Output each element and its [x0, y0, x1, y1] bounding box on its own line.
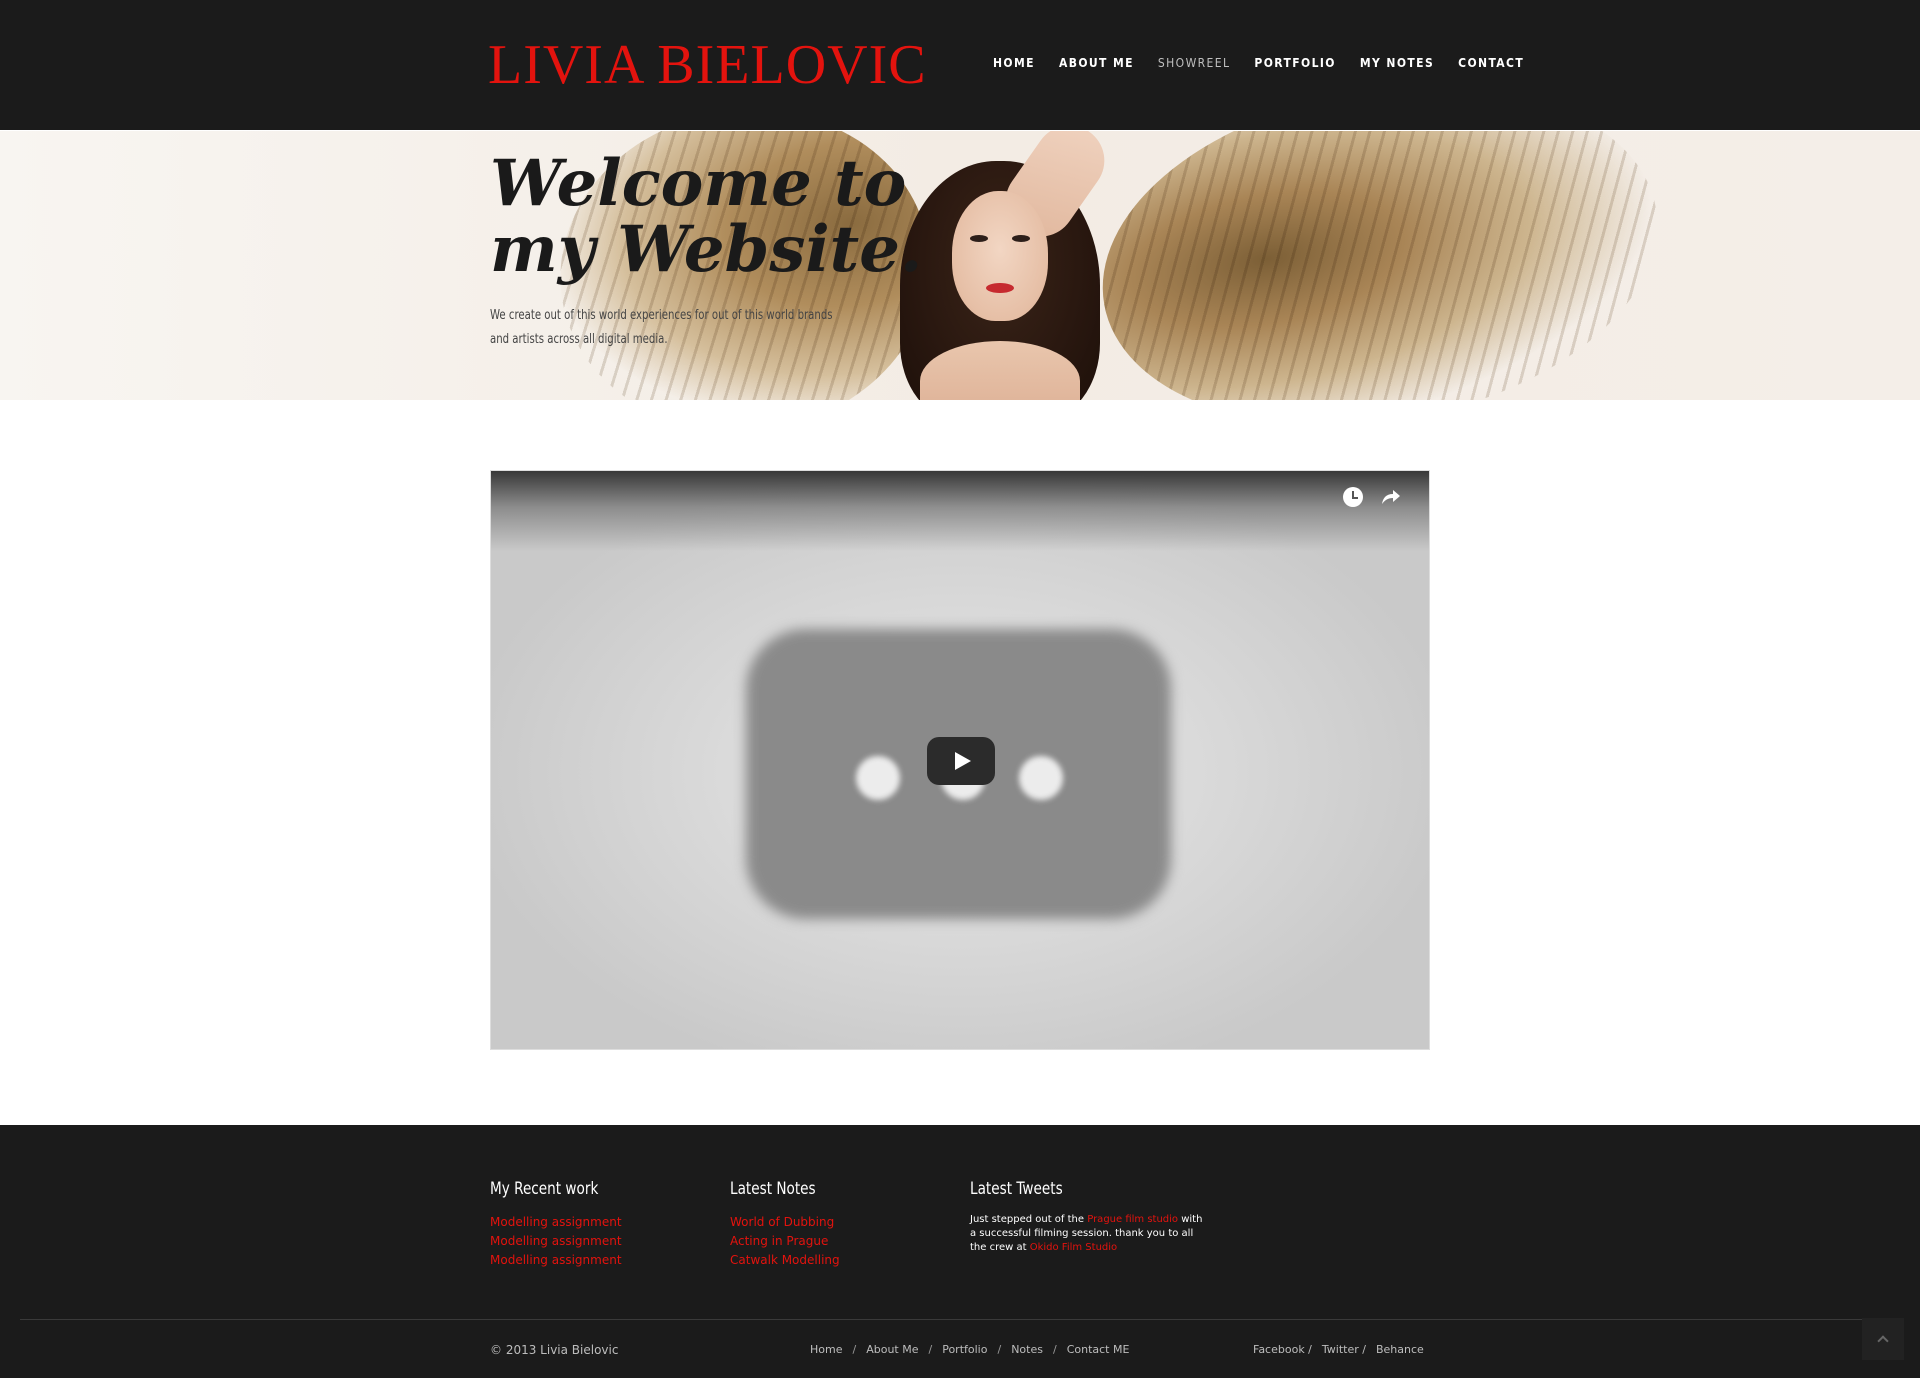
site-logo[interactable]: LIVIA BIELOVIC [488, 37, 927, 93]
nav-contact[interactable]: CONTACT [1458, 56, 1524, 70]
nav-home[interactable]: HOME [993, 56, 1035, 70]
nav-showreel[interactable]: SHOWREEL [1158, 56, 1231, 70]
social-twitter[interactable]: Twitter / [1322, 1343, 1366, 1356]
footer-nav-home[interactable]: Home [810, 1343, 842, 1356]
tweet-link[interactable]: Prague film studio [1087, 1214, 1178, 1225]
clock-icon[interactable] [1341, 485, 1365, 509]
note-link[interactable]: Acting in Prague [730, 1232, 840, 1251]
hero-banner: Welcome to my Website. We create out of … [0, 131, 1920, 400]
tweet-link[interactable]: Okido Film Studio [1030, 1242, 1117, 1253]
main-nav: HOME ABOUT ME SHOWREEL PORTFOLIO MY NOTE… [993, 56, 1524, 70]
hero-title: Welcome to my Website. [490, 146, 923, 287]
nav-about-me[interactable]: ABOUT ME [1059, 56, 1134, 70]
nav-my-notes[interactable]: MY NOTES [1360, 56, 1434, 70]
hero-subtitle: We create out of this world experiences … [490, 308, 833, 347]
video-player[interactable] [490, 470, 1430, 1050]
footer-nav-contact[interactable]: Contact ME [1067, 1343, 1130, 1356]
recent-work-section: My Recent work Modelling assignment Mode… [490, 1179, 625, 1270]
scroll-to-top-button[interactable] [1862, 1318, 1904, 1360]
copyright: © 2013 Livia Bielovic [490, 1343, 619, 1357]
play-icon [955, 752, 971, 770]
latest-notes-heading: Latest Notes [730, 1179, 816, 1199]
play-button[interactable] [927, 737, 995, 785]
latest-notes-section: Latest Notes World of Dubbing Acting in … [730, 1179, 840, 1270]
latest-tweets-heading: Latest Tweets [970, 1179, 1063, 1199]
recent-work-heading: My Recent work [490, 1179, 599, 1199]
nav-portfolio[interactable]: PORTFOLIO [1254, 56, 1335, 70]
footer-nav: Home / About Me / Portfolio / Notes / Co… [810, 1343, 1130, 1356]
video-top-bar [491, 471, 1429, 551]
site-header: LIVIA BIELOVIC HOME ABOUT ME SHOWREEL PO… [0, 0, 1920, 130]
footer-nav-portfolio[interactable]: Portfolio [942, 1343, 987, 1356]
recent-work-link[interactable]: Modelling assignment [490, 1232, 625, 1251]
social-behance[interactable]: Behance [1376, 1343, 1424, 1356]
tweet: Just stepped out of the Prague film stud… [970, 1214, 1203, 1253]
footer-nav-about-me[interactable]: About Me [866, 1343, 918, 1356]
recent-work-link[interactable]: Modelling assignment [490, 1251, 625, 1270]
site-footer: My Recent work Modelling assignment Mode… [0, 1125, 1920, 1378]
note-link[interactable]: World of Dubbing [730, 1213, 840, 1232]
social-facebook[interactable]: Facebook / [1253, 1343, 1312, 1356]
footer-divider [20, 1319, 1900, 1320]
social-links: Facebook / Twitter / Behance [1253, 1343, 1424, 1356]
note-link[interactable]: Catwalk Modelling [730, 1251, 840, 1270]
recent-work-link[interactable]: Modelling assignment [490, 1213, 625, 1232]
chevron-up-icon [1877, 1335, 1889, 1347]
latest-tweets-section: Latest Tweets Just stepped out of the Pr… [970, 1179, 1210, 1255]
footer-nav-notes[interactable]: Notes [1011, 1343, 1043, 1356]
share-icon[interactable] [1379, 485, 1403, 509]
